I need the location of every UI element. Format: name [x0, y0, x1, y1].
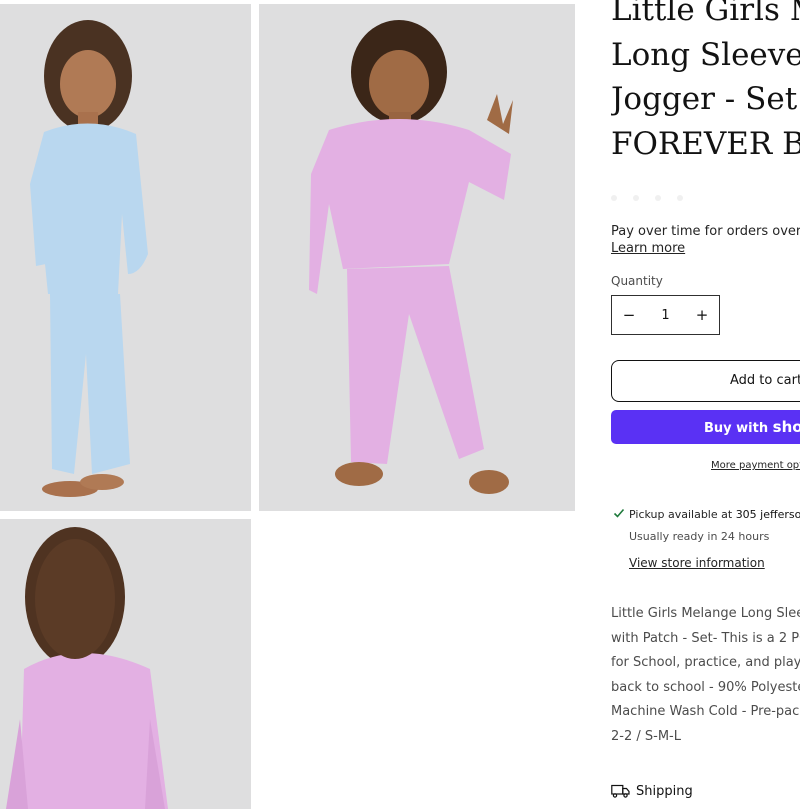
view-store-information-link[interactable]: View store information: [629, 556, 765, 570]
buy-with-label: Buy with: [704, 421, 769, 436]
product-title-line: FOREVER B: [611, 125, 800, 162]
quantity-increase-button[interactable]: +: [685, 306, 719, 324]
description-line: with Patch - Set- This is a 2 PC: [611, 630, 800, 646]
quantity-stepper: − +: [611, 295, 720, 335]
description-line: 2-2 / S-M-L: [611, 728, 681, 744]
buy-with-shop-pay-button[interactable]: Buy with shop: [611, 410, 800, 444]
product-description: Little Girls Melange Long Slee with Patc…: [611, 602, 800, 749]
description-line: for School, practice, and play: [611, 655, 800, 670]
product-title-line: Jogger - Set: [611, 81, 798, 117]
more-payment-options-link[interactable]: More payment opti: [711, 460, 800, 471]
quantity-input[interactable]: [646, 306, 685, 324]
pickup-ready-time: Usually ready in 24 hours: [629, 530, 770, 543]
truck-icon: [611, 784, 630, 798]
product-image-pink-back[interactable]: [0, 519, 251, 809]
pickup-availability: Pickup available at 305 jefferson s: [629, 508, 800, 521]
product-info-panel: Little Girls M Long Sleeve a Jogger - Se…: [611, 0, 800, 800]
installments-text: Pay over time for orders over $3: [611, 224, 800, 239]
pickup-location: 305 jefferson s: [735, 508, 800, 521]
pickup-prefix: Pickup available at: [629, 508, 733, 521]
girl-pink-outfit-illustration: [259, 4, 575, 511]
product-image-pink-set[interactable]: [259, 4, 575, 511]
product-title-line: Little Girls M: [611, 0, 800, 28]
check-icon: [613, 508, 625, 518]
description-line: Machine Wash Cold - Pre-pack: [611, 704, 800, 719]
product-title: Little Girls M Long Sleeve a Jogger - Se…: [611, 0, 800, 166]
shop-pay-logo: shop: [772, 418, 800, 436]
quantity-decrease-button[interactable]: −: [612, 306, 646, 324]
product-title-line: Long Sleeve a: [611, 36, 800, 73]
shipping-label: Shipping: [636, 783, 693, 799]
product-image-blue-set[interactable]: [0, 4, 251, 511]
quantity-label: Quantity: [611, 274, 663, 288]
price-loading-placeholder: [611, 186, 701, 201]
add-to-cart-button[interactable]: Add to cart: [611, 360, 800, 402]
girl-pink-back-illustration: [0, 519, 251, 809]
learn-more-link[interactable]: Learn more: [611, 241, 685, 256]
girl-blue-outfit-illustration: [0, 4, 251, 511]
description-line: Little Girls Melange Long Slee: [611, 606, 800, 621]
description-line: back to school - 90% Polyeste: [611, 679, 800, 695]
shipping-accordion[interactable]: Shipping: [611, 781, 693, 800]
